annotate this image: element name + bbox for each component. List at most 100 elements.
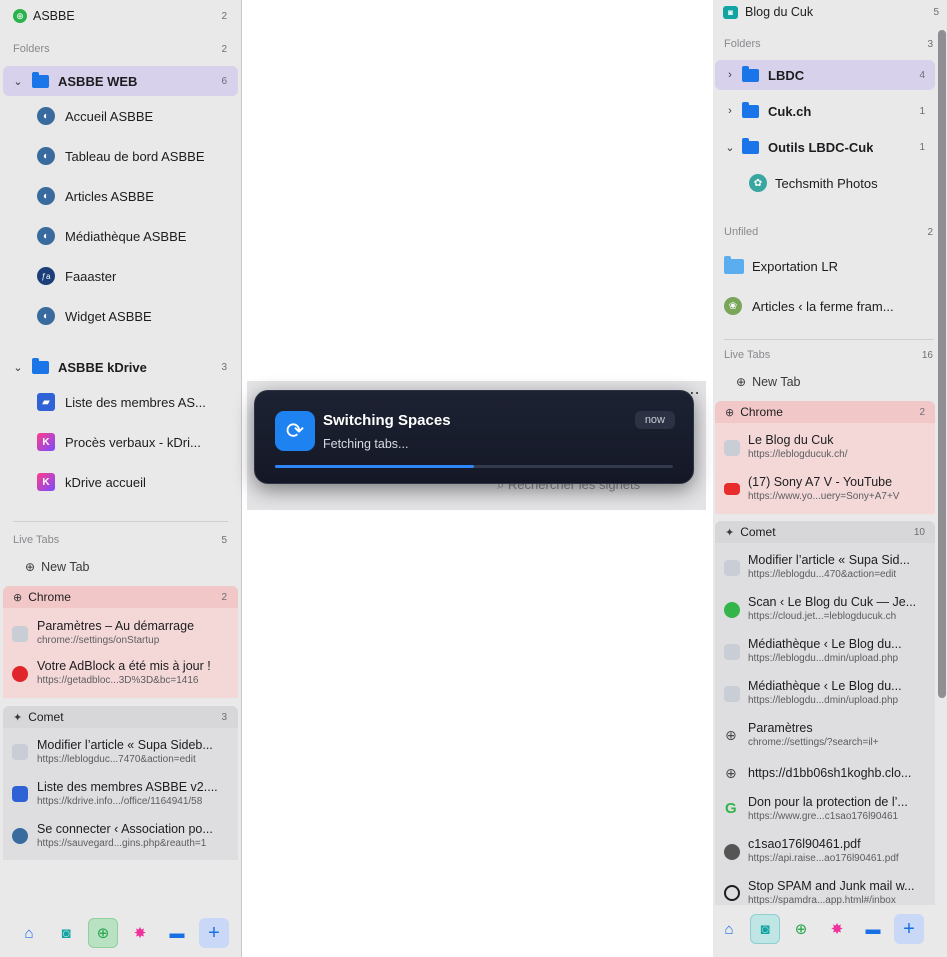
folder-icon[interactable]: ▬ bbox=[162, 918, 192, 948]
tab-item[interactable]: Le Blog du Cuk https://leblogducuk.ch/ bbox=[715, 431, 935, 463]
tab-url: https://leblogducuk.ch/ bbox=[748, 449, 848, 460]
bookmark-item[interactable]: ◐ Accueil ASBBE bbox=[0, 106, 241, 126]
tab-title: Médiathèque ‹ Le Blog du... bbox=[748, 679, 902, 693]
camera-icon[interactable]: ◙ bbox=[750, 914, 780, 944]
folders-label: Folders bbox=[13, 43, 50, 55]
techsmith-icon: ✿ bbox=[749, 174, 767, 192]
bookmark-item[interactable]: K kDrive accueil bbox=[0, 472, 241, 492]
scrollbar[interactable] bbox=[938, 30, 946, 698]
folder-label: ASBBE kDrive bbox=[58, 359, 147, 375]
folders-label: Folders bbox=[724, 38, 761, 50]
bookmark-item[interactable]: ƒa Faaaster bbox=[0, 266, 241, 286]
tab-item[interactable]: Médiathèque ‹ Le Blog du... https://leblo… bbox=[715, 635, 935, 667]
tab-item[interactable]: Stop SPAM and Junk mail w... https://spam… bbox=[715, 877, 935, 909]
space-switcher: ⌂ ◙ ⊕ ✸ ▬ + bbox=[0, 916, 241, 950]
chrome-group-header[interactable]: ⊕ Chrome 2 bbox=[3, 586, 238, 608]
bookmark-label: Tableau de bord ASBBE bbox=[65, 148, 205, 164]
folder-label: ASBBE WEB bbox=[58, 73, 138, 89]
chevron-right-icon[interactable]: › bbox=[724, 69, 736, 81]
folder-icon bbox=[724, 255, 744, 274]
site-favicon-icon bbox=[724, 644, 740, 660]
folder-label: Outils LBDC-Cuk bbox=[768, 139, 874, 155]
bookmark-label: Procès verbaux - kDri... bbox=[65, 434, 201, 450]
globe-icon: ⊕ bbox=[13, 591, 23, 604]
tab-url: https://leblogdu...dmin/upload.php bbox=[748, 695, 899, 706]
tab-item[interactable]: c1sao176l90461.pdf https://api.raise...ao… bbox=[715, 835, 935, 867]
adblock-icon bbox=[12, 666, 28, 682]
folder-asbbe-kdrive[interactable]: ⌄ ASBBE kDrive 3 bbox=[3, 356, 238, 378]
tab-title: c1sao176l90461.pdf bbox=[748, 837, 861, 851]
tab-url: https://www.gre...c1sao176l90461 bbox=[748, 811, 899, 822]
folder-lbdc[interactable]: › LBDC 4 bbox=[715, 60, 935, 90]
chrome-group-header[interactable]: ⊕ Chrome 2 bbox=[715, 401, 935, 423]
camera-icon[interactable]: ◙ bbox=[51, 918, 81, 948]
kdrive-k-icon: K bbox=[37, 433, 55, 451]
site-favicon-icon bbox=[724, 686, 740, 702]
tab-item[interactable]: Se connecter ‹ Association po... https:/… bbox=[3, 820, 238, 852]
notification-toast[interactable]: ⟳ Switching Spaces Fetching tabs... now bbox=[254, 390, 694, 484]
kdrive-doc-icon: ▰ bbox=[37, 393, 55, 411]
comet-group-header[interactable]: ✦ Comet 3 bbox=[3, 706, 238, 728]
globe-icon[interactable]: ⊕ bbox=[88, 918, 118, 948]
bookmark-item[interactable]: K Procès verbaux - kDri... bbox=[0, 432, 241, 452]
space-name: ASBBE bbox=[33, 9, 75, 23]
youtube-icon bbox=[724, 483, 740, 495]
tab-item[interactable]: Paramètres – Au démarrage chrome://setti… bbox=[3, 618, 238, 650]
tab-item[interactable]: (17) Sony A7 V - YouTube https://www.yo.… bbox=[715, 473, 935, 505]
chevron-down-icon[interactable]: ⌄ bbox=[724, 141, 736, 154]
tab-item[interactable]: Scan ‹ Le Blog du Cuk — Je... https://clo… bbox=[715, 593, 935, 625]
bookmark-item[interactable]: Exportation LR bbox=[713, 255, 947, 277]
bookmark-item[interactable]: ◐ Widget ASBBE bbox=[0, 306, 241, 326]
tab-item[interactable]: ⊕ Paramètres chrome://settings/?search=il… bbox=[715, 719, 935, 751]
group-label: Comet bbox=[28, 710, 64, 724]
bookmark-label: Techsmith Photos bbox=[775, 175, 878, 191]
tab-url: https://spamdra...app.html#/inbox bbox=[748, 895, 896, 906]
folder-cuk[interactable]: › Cuk.ch 1 bbox=[715, 100, 935, 122]
chevron-down-icon[interactable]: ⌄ bbox=[12, 75, 24, 88]
space-switcher: ⌂ ◙ ⊕ ✸ ▬ + bbox=[713, 912, 947, 946]
bookmark-item[interactable]: ◐ Tableau de bord ASBBE bbox=[0, 146, 241, 166]
tab-item[interactable]: Modifier l’article « Supa Sideb... https… bbox=[3, 736, 238, 768]
tab-item[interactable]: ⊕ https://d1bb06sh1koghb.clo... bbox=[715, 761, 935, 789]
globe-icon[interactable]: ⊕ bbox=[786, 914, 816, 944]
folder-icon[interactable]: ▬ bbox=[858, 914, 888, 944]
spam-circle-icon bbox=[724, 885, 740, 901]
chevron-down-icon[interactable]: ⌄ bbox=[12, 361, 24, 374]
site-favicon-icon: ◐ bbox=[37, 307, 55, 325]
tab-item[interactable]: Modifier l’article « Supa Sid... https://… bbox=[715, 551, 935, 583]
folder-count: 6 bbox=[221, 75, 227, 87]
home-icon[interactable]: ⌂ bbox=[714, 914, 744, 944]
space-header[interactable]: ⊕ ASBBE 2 bbox=[0, 6, 241, 26]
tab-item[interactable]: Médiathèque ‹ Le Blog du... https://leblo… bbox=[715, 677, 935, 709]
site-favicon-icon bbox=[12, 744, 28, 760]
bookmark-item[interactable]: ✿ Techsmith Photos bbox=[713, 173, 947, 193]
globe-icon: ⊕ bbox=[13, 9, 27, 23]
bookmark-item[interactable]: ◐ Médiathèque ASBBE bbox=[0, 226, 241, 246]
tab-item[interactable]: Liste des membres ASBBE v2.... https://k… bbox=[3, 778, 238, 810]
tab-title: Don pour la protection de l’... bbox=[748, 795, 908, 809]
sun-icon[interactable]: ✸ bbox=[822, 914, 852, 944]
folder-outils[interactable]: ⌄ Outils LBDC-Cuk 1 bbox=[715, 136, 935, 158]
kdrive-doc-icon bbox=[12, 786, 28, 802]
greenpeace-icon: G bbox=[725, 800, 737, 817]
tab-url: https://leblogdu...dmin/upload.php bbox=[748, 653, 899, 664]
tab-item[interactable]: G Don pour la protection de l’... https:/… bbox=[715, 793, 935, 825]
tab-item[interactable]: Votre AdBlock a été mis à jour ! https:/… bbox=[3, 658, 238, 690]
add-space-button[interactable]: + bbox=[199, 918, 229, 948]
folder-count: 1 bbox=[919, 105, 925, 117]
bookmark-item[interactable]: ◐ Articles ASBBE bbox=[0, 186, 241, 206]
bookmark-item[interactable]: ▰ Liste des membres AS... bbox=[0, 392, 241, 412]
sun-icon[interactable]: ✸ bbox=[125, 918, 155, 948]
tab-title: Médiathèque ‹ Le Blog du... bbox=[748, 637, 902, 651]
folder-asbbe-web[interactable]: ⌄ ASBBE WEB 6 bbox=[3, 66, 238, 96]
new-tab-button[interactable]: ⊕ New Tab bbox=[0, 557, 241, 577]
toast-title: Switching Spaces bbox=[323, 412, 451, 429]
comet-group-header[interactable]: ✦ Comet 10 bbox=[715, 521, 935, 543]
site-favicon-icon bbox=[724, 440, 740, 456]
bookmark-item[interactable]: ❀ Articles ‹ la ferme fram... bbox=[713, 295, 947, 317]
add-space-button[interactable]: + bbox=[894, 914, 924, 944]
space-header[interactable]: ◙ Blog du Cuk 5 bbox=[713, 2, 947, 22]
new-tab-button[interactable]: ⊕ New Tab bbox=[713, 372, 947, 392]
chevron-right-icon[interactable]: › bbox=[724, 105, 736, 117]
home-icon[interactable]: ⌂ bbox=[14, 918, 44, 948]
